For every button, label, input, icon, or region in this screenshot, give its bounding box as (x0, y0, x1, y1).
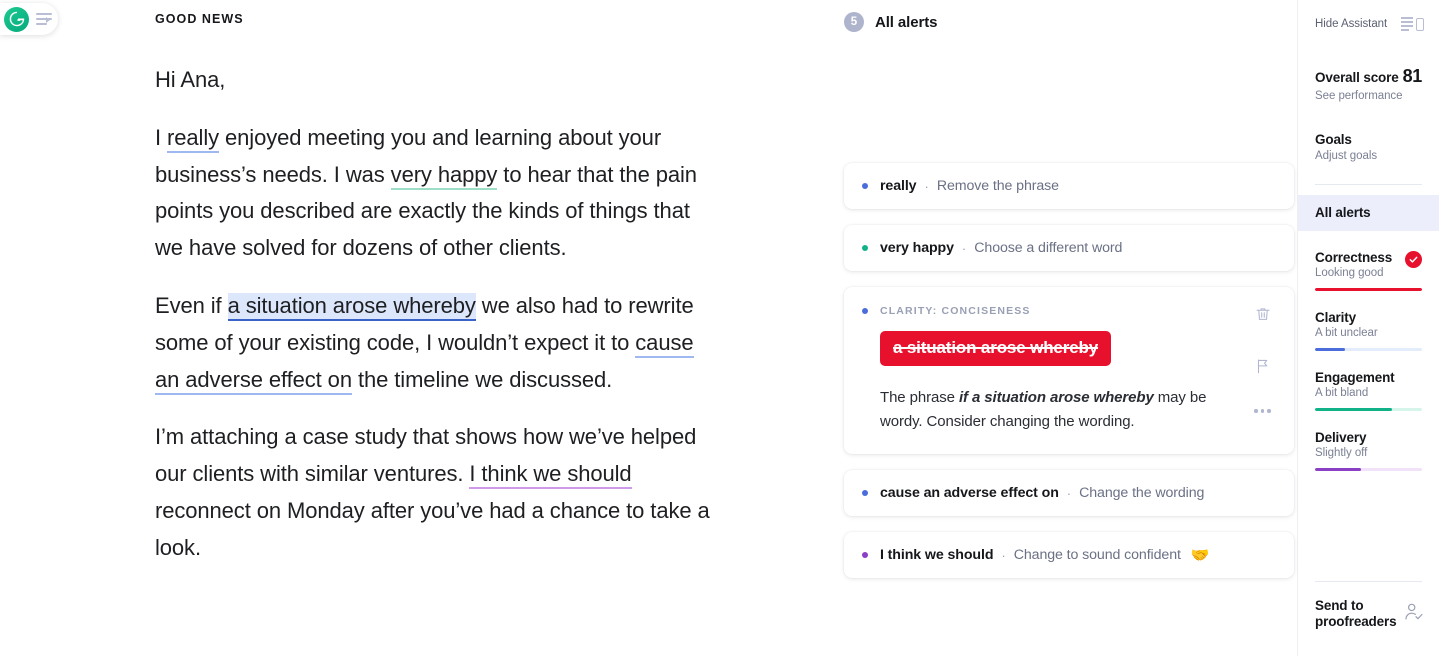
alert-card-collapsed[interactable]: really · Remove the phrase (844, 163, 1294, 209)
overall-score-value: 81 (1403, 66, 1422, 87)
alert-action: Change to sound confident (1014, 547, 1181, 563)
overall-score-section[interactable]: Overall score 81 See performance (1298, 66, 1439, 102)
category-delivery[interactable]: Delivery Slightly off (1298, 430, 1439, 471)
more-options-icon[interactable] (1254, 409, 1271, 413)
alert-emoji: 🤝 (1191, 546, 1210, 564)
paragraph-para-2: Even if a situation arose whereby we als… (155, 288, 715, 398)
alert-separator: · (962, 241, 966, 256)
hide-assistant-button[interactable]: Hide Assistant (1298, 14, 1439, 34)
flag-icon[interactable] (1254, 357, 1272, 380)
alert-category-dot (862, 552, 868, 558)
alert-term: very happy (880, 240, 954, 256)
person-check-icon (1403, 601, 1425, 628)
paragraph-para-3: I’m attaching a case study that shows ho… (155, 419, 715, 566)
alert-category-dot (862, 308, 868, 314)
goals-section[interactable]: Goals Adjust goals (1298, 132, 1439, 162)
suggestion-chip[interactable]: a situation arose whereby (880, 331, 1111, 366)
category-text: Delivery Slightly off (1315, 430, 1367, 459)
send-to-proofreaders-label: Send to proofreaders (1315, 598, 1395, 630)
category-progress-bar (1315, 348, 1422, 351)
category-row: Engagement A bit bland (1315, 370, 1422, 399)
send-to-proofreaders-button[interactable]: Send to proofreaders (1298, 598, 1439, 630)
adjust-goals-link[interactable]: Adjust goals (1315, 150, 1422, 162)
inline-suggestion-clarity[interactable]: really (167, 125, 219, 153)
alert-term: cause an adverse effect on (880, 485, 1059, 501)
category-status: Slightly off (1315, 447, 1367, 459)
alert-separator: · (1001, 548, 1005, 563)
category-name: Delivery (1315, 430, 1367, 445)
category-progress-bar (1315, 468, 1422, 471)
see-performance-link[interactable]: See performance (1315, 90, 1422, 102)
panel-layout-icon[interactable] (1401, 17, 1424, 31)
inline-suggestion-active[interactable]: a situation arose whereby (228, 293, 476, 321)
category-progress-fill (1315, 288, 1422, 291)
hide-assistant-label: Hide Assistant (1315, 18, 1387, 30)
paragraph-greeting: Hi Ana, (155, 62, 715, 99)
alert-card-list: really · Remove the phrase very happy · Choos… (840, 163, 1298, 578)
category-row: Clarity A bit unclear (1315, 310, 1422, 339)
category-progress-fill (1315, 468, 1361, 471)
alert-separator: · (1067, 486, 1071, 501)
check-circle-icon (1405, 251, 1422, 268)
alert-card-expanded[interactable]: CLARITY: CONCISENESS a situation arose wh… (844, 287, 1294, 454)
alert-term: really (880, 178, 916, 194)
alerts-panel: 5 All alerts really · Remove the phrase ver… (840, 0, 1298, 656)
alert-action: Remove the phrase (937, 178, 1059, 194)
category-text: Engagement A bit bland (1315, 370, 1395, 399)
assistant-sidebar: Hide Assistant Overall score 81 See perf… (1298, 0, 1439, 656)
trash-icon[interactable] (1254, 305, 1272, 328)
category-status: A bit unclear (1315, 327, 1378, 339)
alerts-count-badge: 5 (844, 12, 864, 32)
sidebar-divider (1315, 184, 1422, 185)
document-title: GOOD NEWS (155, 12, 840, 26)
goals-label: Goals (1315, 132, 1422, 147)
document-area: GOOD NEWS Hi Ana, I really enjoyed meetin… (0, 0, 840, 656)
alert-card-collapsed[interactable]: very happy · Choose a different word (844, 225, 1294, 271)
alert-card-actions (1254, 305, 1280, 421)
category-text: Clarity A bit unclear (1315, 310, 1378, 339)
category-progress-fill (1315, 408, 1392, 411)
sidebar-footer: Send to proofreaders (1298, 581, 1439, 630)
overall-score-label: Overall score (1315, 70, 1399, 85)
alert-category-dot (862, 490, 868, 496)
expand-arrow-icon[interactable] (46, 17, 50, 23)
grammarly-logo-pill[interactable] (0, 3, 58, 35)
inline-suggestion-engagement[interactable]: very happy (391, 162, 498, 190)
alert-separator: · (924, 179, 928, 194)
alert-category-dot (862, 245, 868, 251)
alert-action: Change the wording (1079, 485, 1204, 501)
category-name: Engagement (1315, 370, 1395, 385)
grammarly-logo-icon (4, 7, 29, 32)
document-text[interactable]: Hi Ana, I really enjoyed meeting you and … (155, 62, 715, 567)
inline-suggestion-delivery[interactable]: I think we should (469, 461, 631, 489)
alert-action: Choose a different word (974, 240, 1122, 256)
category-engagement[interactable]: Engagement A bit bland (1298, 370, 1439, 411)
category-status: A bit bland (1315, 387, 1395, 399)
category-progress-fill (1315, 348, 1345, 351)
category-name: Correctness (1315, 250, 1392, 265)
category-name: Clarity (1315, 310, 1378, 325)
category-clarity[interactable]: Clarity A bit unclear (1298, 310, 1439, 351)
alerts-header: 5 All alerts (840, 10, 1298, 34)
category-progress-bar (1315, 408, 1422, 411)
sidebar-footer-divider (1315, 581, 1422, 582)
alert-term: I think we should (880, 547, 993, 563)
alert-category-label: CLARITY: CONCISENESS (880, 305, 1031, 317)
category-row: Correctness Looking good (1315, 250, 1422, 279)
alert-category-dot (862, 183, 868, 189)
category-correctness[interactable]: Correctness Looking good (1298, 250, 1439, 291)
category-row: Delivery Slightly off (1315, 430, 1422, 459)
sidebar-item-all-alerts[interactable]: All alerts (1298, 195, 1439, 231)
inline-suggestion-clarity[interactable]: cause an adverse effect on (155, 330, 694, 395)
alert-card-collapsed[interactable]: I think we should · Change to sound confid… (844, 532, 1294, 578)
alert-card-collapsed[interactable]: cause an adverse effect on · Change the wo… (844, 470, 1294, 516)
alerts-header-label: All alerts (875, 14, 937, 31)
category-text: Correctness Looking good (1315, 250, 1392, 279)
category-progress-bar (1315, 288, 1422, 291)
category-list: Correctness Looking good Clarity A bit uncl… (1298, 250, 1439, 471)
paragraph-para-1: I really enjoyed meeting you and learnin… (155, 120, 715, 267)
category-status: Looking good (1315, 267, 1392, 279)
alert-explanation: The phrase if a situation arose whereby … (880, 386, 1210, 434)
alert-card-header: CLARITY: CONCISENESS (862, 305, 1276, 317)
